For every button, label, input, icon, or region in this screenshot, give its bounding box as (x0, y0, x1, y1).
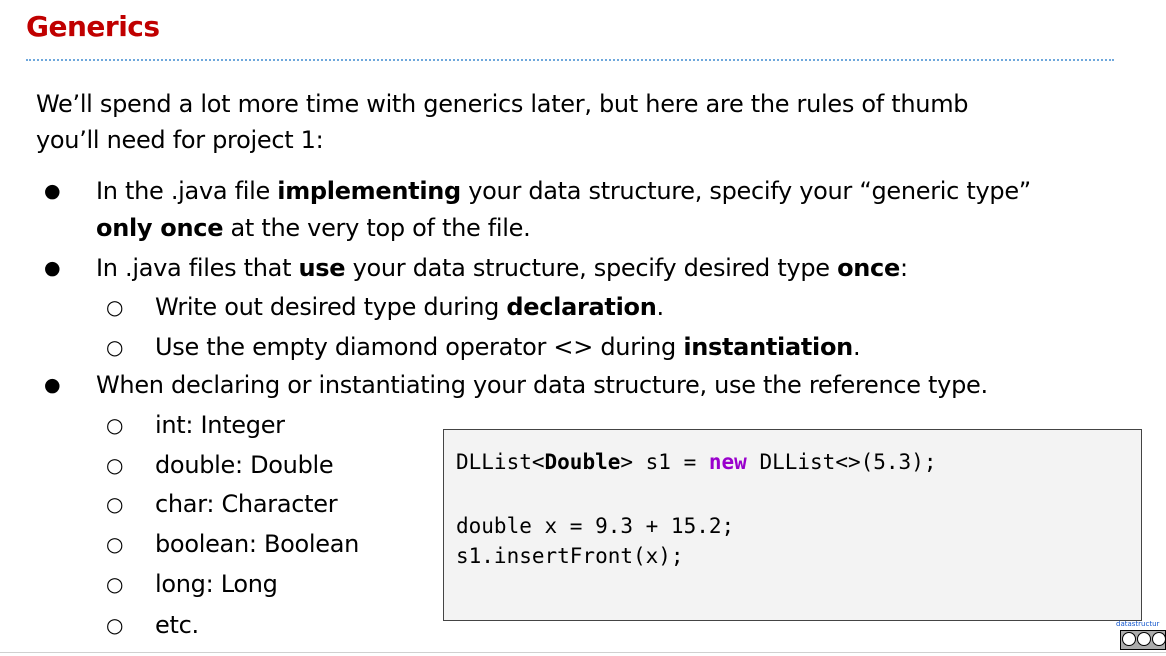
bullet-icon: ● (44, 374, 61, 396)
noncommercial-icon (1152, 632, 1165, 646)
sub-item-boolean: boolean: Boolean (155, 530, 360, 558)
bullet-item-reference-type: When declaring or instantiating your dat… (96, 371, 988, 399)
sub-item-double: double: Double (155, 451, 334, 479)
cc-circle-icon (1122, 632, 1136, 646)
footer-link[interactable]: datastructur (1116, 620, 1166, 628)
sub-item-long: long: Long (155, 570, 278, 598)
intro-paragraph: We’ll spend a lot more time with generic… (36, 86, 1146, 158)
sub-bullet-icon: ○ (106, 413, 124, 437)
sub-bullet-icon: ○ (106, 335, 124, 359)
bullet-item-use: In .java files that use your data struct… (96, 254, 908, 282)
sub-item-int: int: Integer (155, 411, 285, 439)
sub-bullet-icon: ○ (106, 572, 124, 596)
code-line-1: DLList<Double> s1 = new DLList<>(5.3); (456, 450, 937, 474)
sub-item-etc: etc. (155, 611, 199, 639)
sub-bullet-icon: ○ (106, 532, 124, 556)
intro-line-2: you’ll need for project 1: (36, 126, 324, 154)
footer-divider (0, 652, 1166, 653)
sub-item-char: char: Character (155, 490, 338, 518)
bullet-icon: ● (44, 257, 61, 279)
sub-bullet-icon: ○ (106, 295, 124, 319)
creative-commons-by-nc-icon[interactable] (1120, 630, 1166, 650)
code-line-3: s1.insertFront(x); (456, 544, 684, 568)
sub-item-declaration: Write out desired type during declaratio… (155, 293, 664, 321)
sub-bullet-icon: ○ (106, 492, 124, 516)
intro-line-1: We’ll spend a lot more time with generic… (36, 90, 969, 118)
attribution-icon (1137, 632, 1151, 646)
bullet-item-implementing: In the .java file implementing your data… (96, 177, 1031, 205)
bullet-icon: ● (44, 180, 61, 202)
code-line-2: double x = 9.3 + 15.2; (456, 514, 735, 538)
code-keyword: new (708, 450, 747, 474)
page-title: Generics (26, 10, 160, 43)
code-box: DLList<Double> s1 = new DLList<>(5.3); d… (443, 429, 1142, 621)
title-divider (26, 59, 1114, 61)
bullet-item-implementing-cont: only once at the very top of the file. (96, 214, 531, 242)
sub-bullet-icon: ○ (106, 613, 124, 637)
sub-item-instantiation: Use the empty diamond operator <> during… (155, 333, 861, 361)
sub-bullet-icon: ○ (106, 453, 124, 477)
